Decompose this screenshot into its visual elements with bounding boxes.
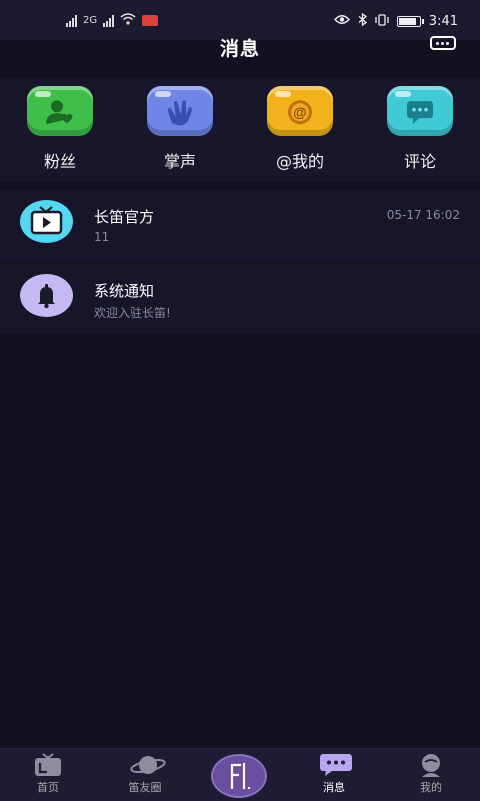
message-preview: 欢迎入驻长笛! xyxy=(94,306,171,320)
nav-messages[interactable]: 消息 xyxy=(299,753,369,795)
center-logo-button[interactable] xyxy=(211,754,267,798)
comment-icon xyxy=(387,86,453,136)
category-label: @我的 xyxy=(275,152,324,171)
bell-icon xyxy=(20,274,73,317)
logo-fl-icon xyxy=(230,763,251,790)
nav-friends-circle[interactable]: 笛友圈 xyxy=(110,753,180,795)
page-title: 消息 xyxy=(219,38,260,60)
at-me-icon: @ xyxy=(267,86,333,136)
category-fans[interactable]: 粉丝 xyxy=(20,86,100,172)
list-item-system-notice[interactable]: 系统通知 欢迎入驻长笛! xyxy=(0,264,480,334)
message-sender: 系统通知 xyxy=(94,282,155,300)
list-item-official[interactable]: 长笛官方 11 05-17 16:02 xyxy=(0,190,480,260)
home-tv-icon xyxy=(33,753,63,777)
nav-label: 消息 xyxy=(323,781,345,794)
nav-label: 我的 xyxy=(420,781,442,794)
message-categories: 粉丝 掌声 @ @我的 评论 xyxy=(0,78,480,182)
tv-icon xyxy=(20,200,73,243)
header: 消息 xyxy=(0,22,480,70)
category-comment[interactable]: 评论 xyxy=(380,86,460,172)
message-preview: 11 xyxy=(94,230,110,244)
category-label: 评论 xyxy=(403,152,436,171)
category-applause[interactable]: 掌声 xyxy=(140,86,220,172)
nav-profile[interactable]: 我的 xyxy=(396,753,466,795)
svg-text:@: @ xyxy=(293,104,307,120)
applause-icon xyxy=(147,86,213,136)
bottom-nav: 首页 笛友圈 消息 我的 xyxy=(0,748,480,801)
nav-home[interactable]: 首页 xyxy=(13,753,83,795)
planet-icon xyxy=(130,753,166,777)
message-sender: 长笛官方 xyxy=(94,208,155,226)
chat-more-icon[interactable] xyxy=(430,36,456,50)
category-at-me[interactable]: @ @我的 xyxy=(260,86,340,172)
fans-icon xyxy=(27,86,93,136)
profile-icon xyxy=(416,753,446,777)
nav-label: 首页 xyxy=(37,781,59,794)
message-time: 05-17 16:02 xyxy=(386,208,460,222)
category-label: 掌声 xyxy=(163,152,196,171)
nav-label: 笛友圈 xyxy=(128,781,162,794)
message-icon xyxy=(319,753,352,777)
category-label: 粉丝 xyxy=(43,152,76,171)
